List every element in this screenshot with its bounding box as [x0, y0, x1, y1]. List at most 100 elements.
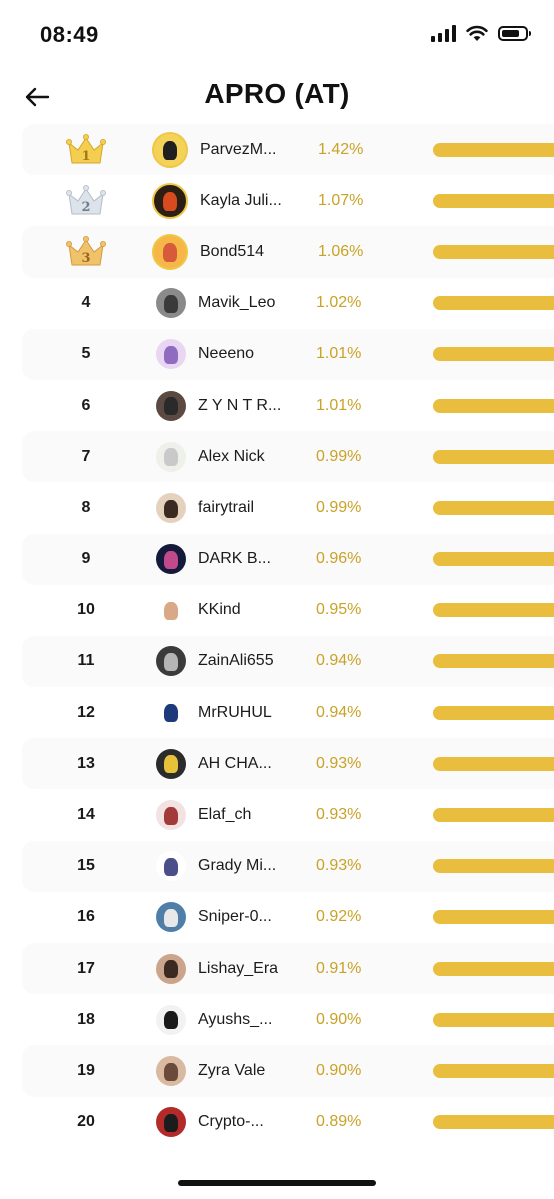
share-bar — [433, 296, 554, 311]
holding-percent: 0.93% — [316, 806, 362, 824]
avatar[interactable] — [156, 646, 186, 677]
avatar[interactable] — [156, 492, 186, 523]
leaderboard-row[interactable]: 12 MrRUHUL 0.94% — [22, 687, 554, 738]
avatar[interactable] — [156, 800, 186, 831]
rank-cell: 11 — [22, 652, 150, 670]
leaderboard-row[interactable]: 9 DARK B... 0.96% — [22, 533, 554, 585]
leaderboard-row[interactable]: 18 Ayushs_... 0.90% — [22, 994, 554, 1045]
leaderboard-row[interactable]: 15 Grady Mi... 0.93% — [22, 840, 554, 892]
leaderboard-row[interactable]: 10 KKind 0.95% — [22, 585, 554, 636]
avatar-figure — [164, 1113, 178, 1132]
avatar-figure — [164, 755, 178, 774]
username: Neeeno — [198, 345, 255, 363]
rank-number: 11 — [77, 652, 95, 670]
avatar[interactable] — [156, 595, 186, 626]
leaderboard-row[interactable]: 7 Alex Nick 0.99% — [22, 431, 554, 483]
username: fairytrail — [198, 498, 255, 516]
rank-number: 4 — [81, 294, 91, 312]
crown-bronze-icon: 3 — [66, 235, 107, 266]
avatar[interactable] — [152, 182, 188, 219]
share-bar-fill — [433, 705, 554, 720]
rank-number: 8 — [81, 498, 91, 516]
avatar[interactable] — [156, 339, 186, 370]
holding-percent: 1.06% — [318, 242, 364, 260]
share-bar-fill — [433, 1063, 554, 1078]
share-bar-fill — [433, 808, 554, 823]
rank-number: 19 — [77, 1061, 95, 1079]
holding-percent: 0.96% — [316, 550, 362, 568]
avatar-figure — [164, 704, 178, 723]
home-indicator[interactable] — [178, 1180, 376, 1186]
leaderboard-row[interactable]: 16 Sniper-0... 0.92% — [22, 892, 554, 943]
avatar[interactable] — [156, 390, 186, 421]
avatar-figure — [164, 601, 178, 620]
share-bar-fill — [433, 398, 554, 413]
share-bar — [433, 808, 554, 823]
share-bar — [433, 859, 554, 874]
leaderboard-row[interactable]: 8 fairytrail 0.99% — [22, 482, 554, 533]
leaderboard-row[interactable]: 11 ZainAli655 0.94% — [22, 635, 554, 688]
avatar[interactable] — [156, 697, 186, 728]
leaderboard-row[interactable]: 4 Mavik_Leo 1.02% — [22, 278, 554, 329]
avatar[interactable] — [156, 1107, 186, 1138]
crown-silver-icon: 2 — [66, 184, 107, 215]
rank-cell: 4 — [22, 294, 150, 312]
holding-percent: 0.95% — [316, 601, 362, 619]
share-bar-fill — [433, 961, 554, 976]
avatar-figure — [164, 550, 178, 569]
share-bar-fill — [433, 859, 554, 874]
share-bar — [433, 347, 554, 362]
avatar[interactable] — [156, 748, 186, 779]
rank-cell: 17 — [22, 960, 150, 978]
rank-number: 16 — [77, 908, 95, 926]
share-bar-fill — [433, 1012, 554, 1027]
leaderboard-row[interactable]: 19 Zyra Vale 0.90% — [22, 1045, 554, 1097]
avatar[interactable] — [152, 131, 188, 168]
avatar[interactable] — [156, 288, 186, 319]
cellular-signal-icon — [431, 24, 456, 42]
share-bar — [433, 398, 554, 413]
username: MrRUHUL — [198, 703, 272, 721]
share-bar — [433, 654, 554, 669]
holding-percent: 0.90% — [316, 1010, 362, 1028]
holding-percent: 0.94% — [316, 652, 362, 670]
avatar[interactable] — [156, 441, 186, 472]
leaderboard-row[interactable]: 1 ParvezM... 1.42% — [22, 124, 554, 176]
share-bar-fill — [433, 296, 554, 311]
leaderboard-list[interactable]: 1 ParvezM... 1.42% 2 Kayla Juli... 1.07% 3 Bond… — [22, 124, 554, 1154]
share-bar — [433, 603, 554, 618]
avatar[interactable] — [156, 902, 186, 933]
share-bar-fill — [433, 244, 554, 259]
avatar[interactable] — [156, 1004, 186, 1035]
battery-icon — [498, 25, 531, 41]
avatar[interactable] — [156, 851, 186, 882]
share-bar — [433, 142, 554, 157]
share-bar-fill — [433, 500, 554, 515]
leaderboard-row[interactable]: 13 AH CHA... 0.93% — [22, 738, 554, 790]
rank-cell: 16 — [22, 908, 150, 926]
holding-percent: 0.93% — [316, 857, 362, 875]
share-bar — [433, 244, 554, 259]
username: Alex Nick — [198, 447, 265, 465]
username: AH CHA... — [198, 754, 272, 772]
avatar[interactable] — [152, 233, 188, 270]
leaderboard-row[interactable]: 5 Neeeno 1.01% — [22, 328, 554, 380]
holding-percent: 0.90% — [316, 1061, 362, 1079]
username: Lishay_Era — [198, 959, 279, 977]
rank-number: 17 — [77, 959, 95, 977]
avatar[interactable] — [156, 544, 186, 575]
avatar[interactable] — [156, 1055, 186, 1086]
rank-number: 18 — [77, 1010, 95, 1028]
leaderboard-row[interactable]: 17 Lishay_Era 0.91% — [22, 943, 554, 995]
rank-cell: 8 — [22, 499, 150, 517]
holding-percent: 1.01% — [316, 345, 362, 363]
leaderboard-row[interactable]: 6 Z Y N T R... 1.01% — [22, 380, 554, 431]
leaderboard-row[interactable]: 20 Crypto-... 0.89% — [22, 1097, 554, 1148]
avatar[interactable] — [156, 953, 186, 984]
rank-number: 14 — [77, 806, 95, 824]
share-bar-fill — [433, 193, 554, 208]
leaderboard-row[interactable]: 2 Kayla Juli... 1.07% — [22, 175, 554, 226]
leaderboard-row[interactable]: 3 Bond514 1.06% — [22, 226, 554, 278]
wifi-icon — [466, 25, 488, 41]
leaderboard-row[interactable]: 14 Elaf_ch 0.93% — [22, 789, 554, 840]
